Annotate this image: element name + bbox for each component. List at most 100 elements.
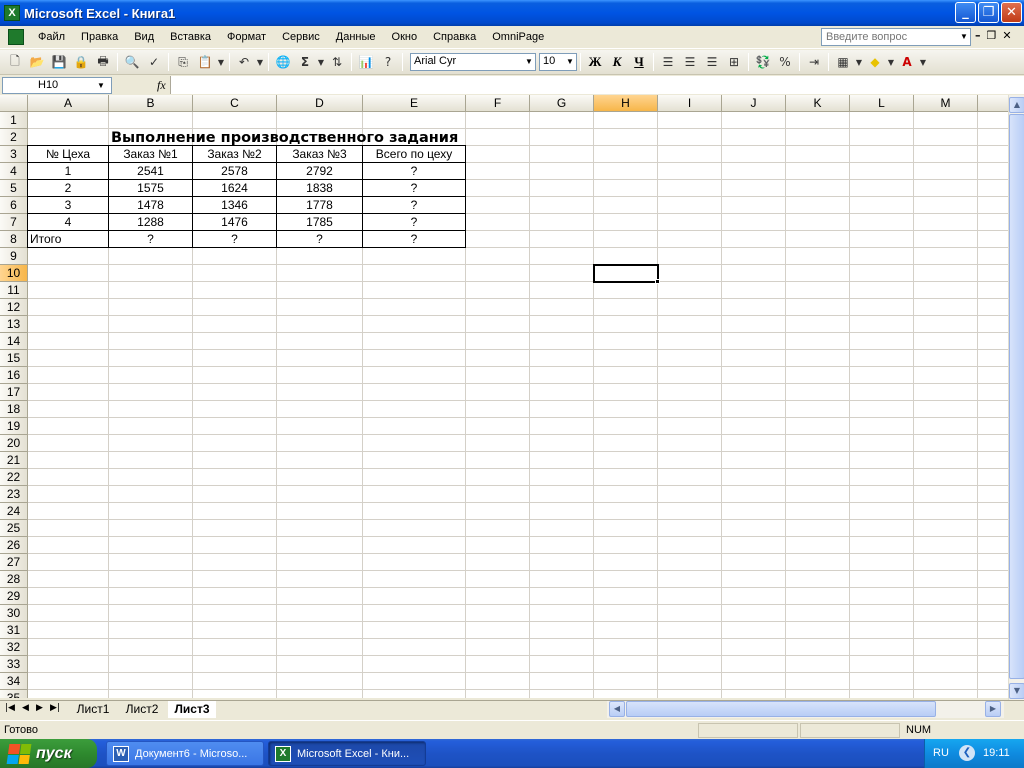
row-header-21[interactable]: 21: [0, 452, 28, 469]
row-header-33[interactable]: 33: [0, 656, 28, 673]
table-cell[interactable]: 1778: [276, 196, 363, 214]
column-header-h[interactable]: H: [594, 95, 658, 112]
table-cell[interactable]: 1785: [276, 213, 363, 231]
menu-omnipage[interactable]: OmniPage: [484, 27, 552, 48]
print-preview-icon[interactable]: 🔍: [122, 52, 142, 72]
show-hidden-icons-icon[interactable]: ❮: [959, 745, 975, 761]
table-cell[interactable]: ?: [108, 230, 193, 248]
table-cell[interactable]: ?: [362, 213, 466, 231]
row-header-28[interactable]: 28: [0, 571, 28, 588]
table-cell[interactable]: ?: [192, 230, 277, 248]
column-header-m[interactable]: M: [914, 95, 978, 112]
row-header-4[interactable]: 4: [0, 163, 28, 180]
table-cell[interactable]: 2578: [192, 162, 277, 180]
table-cell[interactable]: ?: [362, 179, 466, 197]
chevron-down-icon[interactable]: ▼: [958, 29, 970, 45]
chevron-down-icon[interactable]: ▼: [97, 78, 109, 93]
language-indicator[interactable]: RU: [933, 747, 949, 759]
italic-button[interactable]: К: [607, 52, 627, 72]
table-cell[interactable]: 1624: [192, 179, 277, 197]
close-button[interactable]: ✕: [1001, 2, 1022, 23]
ask-question-input[interactable]: Введите вопрос ▼: [821, 28, 971, 46]
row-header-1[interactable]: 1: [0, 112, 28, 129]
menu-tools[interactable]: Сервис: [274, 27, 328, 48]
tab-sheet1[interactable]: Лист1: [70, 701, 116, 718]
next-sheet-icon[interactable]: ▶: [36, 703, 43, 713]
last-sheet-icon[interactable]: ▶|: [50, 703, 60, 713]
row-header-34[interactable]: 34: [0, 673, 28, 690]
row-header-17[interactable]: 17: [0, 384, 28, 401]
open-folder-icon[interactable]: 📂: [27, 52, 47, 72]
row-header-2[interactable]: 2: [0, 129, 28, 146]
menu-format[interactable]: Формат: [219, 27, 274, 48]
spelling-icon[interactable]: ✓: [144, 52, 164, 72]
bold-button[interactable]: Ж: [585, 52, 605, 72]
row-header-25[interactable]: 25: [0, 520, 28, 537]
row-header-3[interactable]: 3: [0, 146, 28, 163]
table-cell[interactable]: 1575: [108, 179, 193, 197]
row-header-13[interactable]: 13: [0, 316, 28, 333]
row-header-15[interactable]: 15: [0, 350, 28, 367]
align-right-icon[interactable]: ☰: [702, 52, 722, 72]
row-header-10[interactable]: 10: [0, 265, 28, 282]
select-all-corner[interactable]: [0, 95, 28, 112]
sort-ascending-icon[interactable]: ⇅: [327, 52, 347, 72]
fill-color-icon[interactable]: ◆: [865, 52, 885, 72]
permission-icon[interactable]: 🔒: [71, 52, 91, 72]
doc-close-icon[interactable]: ✕: [1002, 29, 1011, 42]
table-header-cell[interactable]: № Цеха: [27, 145, 109, 163]
row-header-5[interactable]: 5: [0, 180, 28, 197]
save-icon[interactable]: 💾: [49, 52, 69, 72]
horizontal-scroll-thumb[interactable]: [626, 701, 936, 717]
row-header-20[interactable]: 20: [0, 435, 28, 452]
undo-icon[interactable]: ↶: [234, 52, 254, 72]
row-header-24[interactable]: 24: [0, 503, 28, 520]
minimize-button[interactable]: _: [955, 2, 976, 23]
row-header-32[interactable]: 32: [0, 639, 28, 656]
chevron-down-icon[interactable]: ▼: [256, 52, 264, 72]
chevron-down-icon[interactable]: ▼: [564, 54, 576, 70]
column-header-l[interactable]: L: [850, 95, 914, 112]
table-cell[interactable]: 1288: [108, 213, 193, 231]
copy-icon[interactable]: ⎘: [173, 52, 193, 72]
taskbar-word-document[interactable]: W Документ6 - Microso...: [106, 741, 264, 766]
tab-sheet2[interactable]: Лист2: [120, 701, 164, 718]
row-header-22[interactable]: 22: [0, 469, 28, 486]
table-header-cell[interactable]: Заказ №3: [276, 145, 363, 163]
scroll-down-icon[interactable]: ▼: [1009, 683, 1024, 699]
column-header-b[interactable]: B: [109, 95, 193, 112]
worksheet-grid[interactable]: A B C D E F G H I J K L M 1 2 3 4 5 6 7 8 9 10 11 12 13 14 15 16 17 18…: [0, 95, 1008, 698]
underline-button[interactable]: Ч: [629, 52, 649, 72]
scroll-up-icon[interactable]: ▲: [1009, 97, 1024, 113]
row-header-26[interactable]: 26: [0, 537, 28, 554]
chevron-down-icon[interactable]: ▼: [217, 52, 225, 72]
row-header-12[interactable]: 12: [0, 299, 28, 316]
percent-button[interactable]: %: [775, 52, 795, 72]
row-header-18[interactable]: 18: [0, 401, 28, 418]
help-icon[interactable]: ?: [378, 52, 398, 72]
align-center-icon[interactable]: ☰: [680, 52, 700, 72]
vertical-scroll-thumb[interactable]: [1009, 114, 1024, 679]
fill-handle[interactable]: [655, 279, 660, 284]
row-header-19[interactable]: 19: [0, 418, 28, 435]
row-header-11[interactable]: 11: [0, 282, 28, 299]
start-button[interactable]: пуск: [0, 739, 97, 768]
table-header-cell[interactable]: Всего по цеху: [362, 145, 466, 163]
align-left-icon[interactable]: ☰: [658, 52, 678, 72]
menu-file[interactable]: Файл: [30, 27, 73, 48]
row-header-16[interactable]: 16: [0, 367, 28, 384]
chevron-down-icon[interactable]: ▼: [887, 52, 895, 72]
row-header-30[interactable]: 30: [0, 605, 28, 622]
font-size-select[interactable]: 10 ▼: [539, 53, 577, 71]
scroll-right-icon[interactable]: ▶: [985, 701, 1001, 717]
column-header-c[interactable]: C: [193, 95, 277, 112]
table-cell[interactable]: 2: [27, 179, 109, 197]
column-header-d[interactable]: D: [277, 95, 363, 112]
menu-window[interactable]: Окно: [384, 27, 426, 48]
row-header-29[interactable]: 29: [0, 588, 28, 605]
menu-edit[interactable]: Правка: [73, 27, 126, 48]
horizontal-scrollbar[interactable]: ◀ ▶: [607, 701, 1004, 718]
table-cell[interactable]: 1: [27, 162, 109, 180]
autosum-button[interactable]: Σ: [295, 52, 315, 72]
row-header-35[interactable]: 35: [0, 690, 28, 698]
